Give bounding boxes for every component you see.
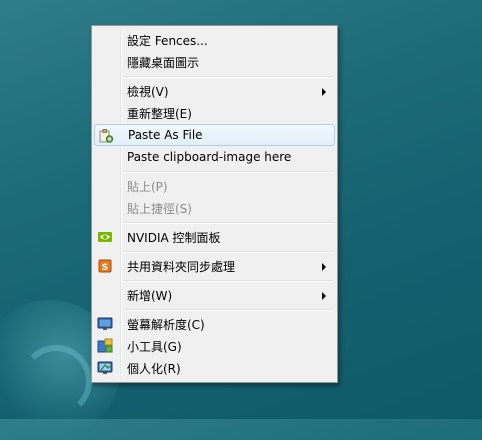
menu-item-label: 個人化(R): [127, 361, 181, 376]
menu-separator: [123, 306, 335, 313]
menu-item-shared-folder-sync[interactable]: S 共用資料夾同步處理: [94, 255, 335, 277]
menu-item-label: 共用資料夾同步處理: [127, 259, 236, 274]
menu-item-label: NVIDIA 控制面板: [127, 230, 221, 245]
menu-item-hide-desktop-icons[interactable]: 隱藏桌面圖示: [94, 51, 335, 73]
menu-item-personalize[interactable]: 個人化(R): [94, 357, 335, 379]
menu-item-fences-settings[interactable]: 設定 Fences...: [94, 29, 335, 51]
menu-separator: [123, 277, 335, 284]
menu-item-paste[interactable]: 貼上(P): [94, 175, 335, 197]
nvidia-icon: [97, 229, 113, 245]
wallpaper-swirl-curl: [20, 345, 92, 417]
menu-separator: [123, 248, 335, 255]
menu-separator: [123, 168, 335, 175]
paste-file-icon: [98, 128, 114, 144]
menu-separator: [123, 219, 335, 226]
sync-icon: S: [97, 258, 113, 274]
menu-item-view[interactable]: 檢視(V): [94, 80, 335, 102]
menu-item-refresh[interactable]: 重新整理(E): [94, 102, 335, 124]
menu-item-new[interactable]: 新增(W): [94, 284, 335, 306]
menu-item-paste-shortcut[interactable]: 貼上捷徑(S): [94, 197, 335, 219]
gadgets-icon: [97, 338, 113, 354]
menu-item-screen-resolution[interactable]: 螢幕解析度(C): [94, 313, 335, 335]
desktop-context-menu: 設定 Fences... 隱藏桌面圖示 檢視(V) 重新整理(E) Paste …: [91, 25, 338, 383]
menu-item-nvidia-control-panel[interactable]: NVIDIA 控制面板: [94, 226, 335, 248]
submenu-arrow-icon: [322, 263, 326, 271]
menu-item-label: 貼上捷徑(S): [127, 201, 192, 216]
menu-item-label: 設定 Fences...: [127, 33, 208, 48]
menu-item-label: 新增(W): [127, 288, 173, 303]
menu-item-label: 重新整理(E): [127, 106, 192, 121]
personalize-icon: [97, 360, 113, 376]
menu-separator: [123, 73, 335, 80]
menu-item-paste-as-file[interactable]: Paste As File: [94, 124, 335, 146]
menu-item-paste-clipboard-image[interactable]: Paste clipboard-image here: [94, 146, 335, 168]
menu-item-gadgets[interactable]: 小工具(G): [94, 335, 335, 357]
menu-item-label: 螢幕解析度(C): [127, 317, 205, 332]
menu-item-label: 小工具(G): [127, 339, 182, 354]
submenu-arrow-icon: [322, 292, 326, 300]
menu-item-label: Paste clipboard-image here: [127, 150, 292, 164]
svg-text:S: S: [102, 263, 108, 273]
menu-item-label: 檢視(V): [127, 84, 169, 99]
menu-item-label: Paste As File: [128, 128, 203, 142]
menu-item-label: 貼上(P): [127, 179, 168, 194]
menu-item-label: 隱藏桌面圖示: [127, 55, 200, 70]
submenu-arrow-icon: [322, 88, 326, 96]
monitor-icon: [97, 316, 113, 332]
